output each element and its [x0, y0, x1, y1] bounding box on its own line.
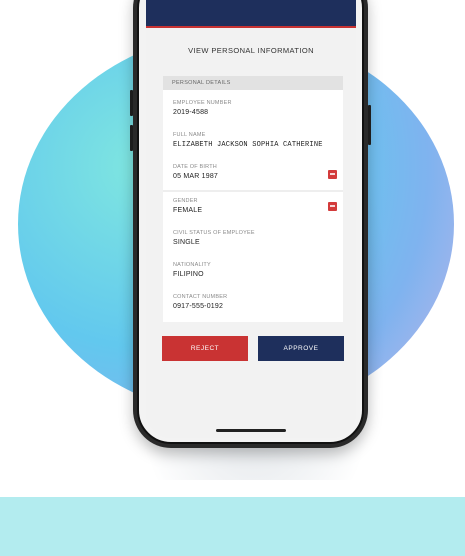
field-label: DATE OF BIRTH [173, 164, 217, 170]
field-label: CONTACT NUMBER [173, 294, 228, 300]
volume-up-button [130, 90, 133, 116]
power-button [368, 105, 371, 145]
field-full-name: FULL NAME ELIZABETH JACKSON SOPHIA CATHE… [173, 132, 333, 149]
field-employee-number: EMPLOYEE NUMBER 2019-4588 [173, 100, 333, 116]
volume-down-button [130, 125, 133, 151]
flag-icon[interactable] [328, 170, 337, 179]
field-value: 0917-555-0192 [173, 303, 224, 310]
approve-button[interactable]: APPROVE [258, 336, 344, 361]
section-header: PERSONAL DETAILS [163, 76, 343, 90]
field-value: 05 MAR 1987 [173, 173, 219, 180]
field-label: EMPLOYEE NUMBER [173, 100, 232, 106]
field-value: FILIPINO [173, 271, 204, 278]
app-header [146, 0, 356, 26]
field-value: 2019-4588 [173, 109, 209, 116]
field-label: NATIONALITY [173, 262, 211, 268]
home-indicator[interactable] [216, 429, 286, 432]
footer-band [0, 497, 465, 556]
phone-screen: VIEW PERSONAL INFORMATION PERSONAL DETAI… [146, 0, 356, 438]
field-date-of-birth: DATE OF BIRTH 05 MAR 1987 [173, 164, 333, 180]
field-value: ELIZABETH JACKSON SOPHIA CATHERINE [173, 141, 323, 149]
flag-icon[interactable] [328, 202, 337, 211]
details-card: EMPLOYEE NUMBER 2019-4588 FULL NAME ELIZ… [163, 90, 343, 322]
field-value: FEMALE [173, 207, 203, 214]
field-civil-status: CIVIL STATUS OF EMPLOYEE SINGLE [173, 230, 333, 246]
form-title: VIEW PERSONAL INFORMATION [188, 46, 314, 55]
field-value: SINGLE [173, 239, 200, 246]
reject-button[interactable]: REJECT [162, 336, 248, 361]
section-divider [163, 190, 343, 192]
form-content: VIEW PERSONAL INFORMATION PERSONAL DETAI… [146, 28, 356, 438]
field-label: CIVIL STATUS OF EMPLOYEE [173, 230, 255, 236]
field-gender: GENDER FEMALE [173, 198, 333, 214]
field-label: FULL NAME [173, 132, 206, 138]
field-label: GENDER [173, 198, 198, 204]
field-nationality: NATIONALITY FILIPINO [173, 262, 333, 278]
field-contact-number: CONTACT NUMBER 0917-555-0192 [173, 294, 333, 310]
